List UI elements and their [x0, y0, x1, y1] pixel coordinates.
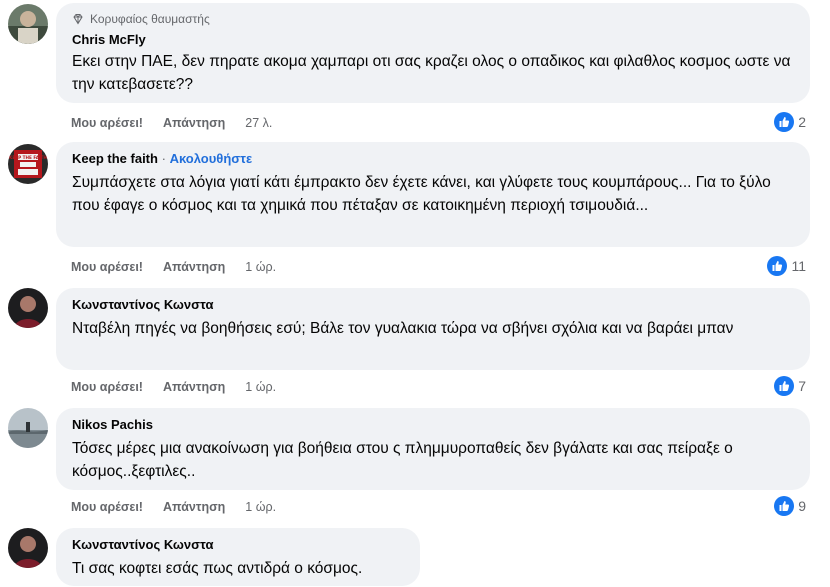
badge-label: Κορυφαίος θαυμαστής: [90, 12, 210, 26]
comment-bubble: Keep the faith · Ακολουθήστε Συμπάσχετε …: [56, 142, 810, 247]
comment-text: Εκει στην ΠΑΕ, δεν πηρατε ακομα χαμπαρι …: [72, 53, 791, 93]
reply-link[interactable]: Απάντηση: [163, 116, 225, 130]
avatar[interactable]: [8, 528, 48, 568]
follow-button[interactable]: Ακολουθήστε: [170, 151, 253, 166]
comment-author[interactable]: Chris McFly: [72, 31, 798, 49]
comment-bubble: Κορυφαίος θαυμαστής Chris McFly Εκει στη…: [56, 3, 810, 103]
comment-actions: Μου αρέσει! Απάντηση 1 ώρ.: [71, 378, 296, 396]
like-reaction-icon: [774, 112, 795, 132]
like-reaction-icon: [774, 376, 795, 396]
like-reaction-icon: [774, 496, 795, 516]
reaction-number: 9: [798, 498, 806, 514]
reaction-count[interactable]: 7: [774, 376, 806, 396]
comment-author[interactable]: Κωνσταντίνος Κωνστα: [72, 536, 408, 554]
comment-bubble: Κωνσταντίνος Κωνστα Τι σας κοφτει εσάς π…: [56, 528, 420, 586]
reaction-number: 11: [791, 258, 806, 274]
like-link[interactable]: Μου αρέσει!: [71, 380, 143, 394]
comment-text: Τόσες μέρες μια ανακοίνωση για βοήθεια σ…: [72, 440, 733, 480]
comment-author[interactable]: Keep the faith: [72, 151, 158, 166]
comment-author[interactable]: Nikos Pachis: [72, 416, 798, 434]
comment-text: Τι σας κοφτει εσάς πως αντιδρά ο κόσμος.: [72, 560, 363, 577]
comment-author[interactable]: Κωνσταντίνος Κωνστα: [72, 296, 798, 314]
avatar-thumbnail-text: KEEP THE FAITH: [9, 155, 47, 160]
top-fan-badge: Κορυφαίος θαυμαστής: [72, 11, 798, 27]
reaction-count[interactable]: 11: [767, 256, 806, 276]
avatar[interactable]: [8, 4, 48, 44]
reply-link[interactable]: Απάντηση: [163, 500, 225, 514]
timestamp[interactable]: 1 ώρ.: [245, 260, 276, 274]
avatar[interactable]: [8, 288, 48, 328]
timestamp[interactable]: 27 λ.: [245, 116, 272, 130]
reaction-number: 2: [798, 114, 806, 130]
like-link[interactable]: Μου αρέσει!: [71, 500, 143, 514]
comment-author-line: Keep the faith · Ακολουθήστε: [72, 150, 798, 168]
avatar[interactable]: KEEP THE FAITH: [8, 144, 48, 184]
diamond-icon: [73, 14, 83, 25]
reply-link[interactable]: Απάντηση: [163, 380, 225, 394]
like-link[interactable]: Μου αρέσει!: [71, 260, 143, 274]
reply-link[interactable]: Απάντηση: [163, 260, 225, 274]
comment-actions: Μου αρέσει! Απάντηση 27 λ.: [71, 114, 292, 132]
comment-text: Νταβέλη πηγές να βοηθήσεις εσύ; Βάλε τον…: [72, 320, 734, 337]
like-reaction-icon: [767, 256, 788, 276]
reaction-count[interactable]: 2: [774, 112, 806, 132]
comment-bubble: Nikos Pachis Τόσες μέρες μια ανακοίνωση …: [56, 408, 810, 490]
comment-text: Συμπάσχετε στα λόγια γιατί κάτι έμπρακτο…: [72, 174, 771, 214]
comment-actions: Μου αρέσει! Απάντηση 1 ώρ.: [71, 498, 296, 516]
reaction-number: 7: [798, 378, 806, 394]
comment-bubble: Κωνσταντίνος Κωνστα Νταβέλη πηγές να βοη…: [56, 288, 810, 370]
dot-separator: ·: [161, 151, 166, 166]
timestamp[interactable]: 1 ώρ.: [245, 500, 276, 514]
like-link[interactable]: Μου αρέσει!: [71, 116, 143, 130]
timestamp[interactable]: 1 ώρ.: [245, 380, 276, 394]
reaction-count[interactable]: 9: [774, 496, 806, 516]
avatar[interactable]: [8, 408, 48, 448]
comment-actions: Μου αρέσει! Απάντηση 1 ώρ.: [71, 258, 296, 276]
